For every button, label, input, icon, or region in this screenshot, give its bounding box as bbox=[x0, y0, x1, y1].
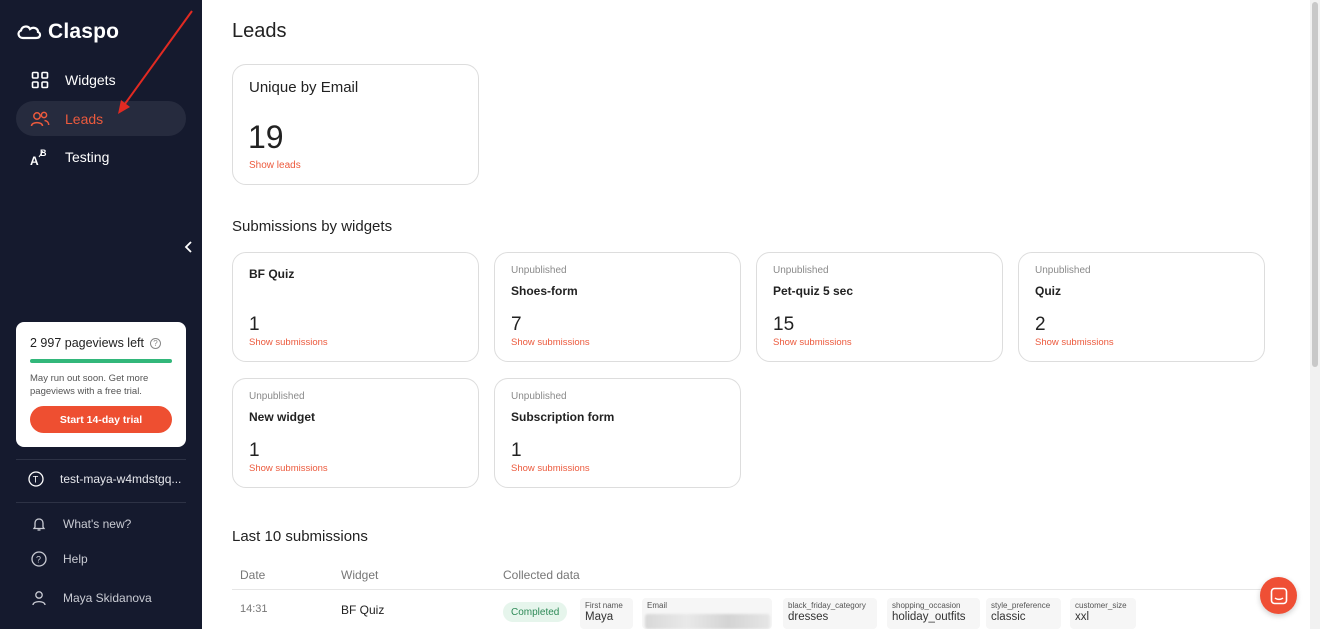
claspo-logo[interactable]: Claspo bbox=[16, 20, 119, 44]
widget-count: 7 bbox=[511, 314, 522, 335]
sidebar-item-label: Widgets bbox=[65, 71, 116, 88]
pageviews-left-text: 2 997 pageviews left bbox=[30, 336, 144, 350]
show-leads-link[interactable]: Show leads bbox=[249, 160, 301, 171]
chat-button[interactable] bbox=[1260, 577, 1297, 614]
widget-card[interactable]: BF Quiz 1 Show submissions bbox=[232, 252, 479, 362]
site-name: test-maya-w4mdstgq... bbox=[60, 472, 182, 486]
widget-name: Subscription form bbox=[511, 410, 615, 424]
page-title: Leads bbox=[232, 20, 287, 42]
cloud-logo-icon bbox=[17, 25, 42, 40]
widget-name: BF Quiz bbox=[249, 267, 295, 281]
show-submissions-link[interactable]: Show submissions bbox=[249, 463, 328, 474]
show-submissions-link[interactable]: Show submissions bbox=[773, 337, 852, 348]
widget-count: 1 bbox=[249, 314, 260, 335]
unique-by-email-card: Unique by Email 19 Show leads bbox=[232, 64, 479, 185]
sidebar-item-label: Leads bbox=[65, 110, 104, 127]
widget-status: Unpublished bbox=[773, 265, 829, 276]
widget-card[interactable]: Unpublished Subscription form 1 Show sub… bbox=[494, 378, 741, 488]
whats-new-label: What's new? bbox=[63, 517, 132, 531]
widget-status: Unpublished bbox=[249, 391, 305, 402]
data-field: style_preference classic bbox=[986, 598, 1061, 629]
help-circle-icon[interactable]: ? bbox=[149, 337, 161, 349]
site-selector[interactable]: T test-maya-w4mdstgq... bbox=[27, 470, 181, 488]
show-submissions-link[interactable]: Show submissions bbox=[1035, 337, 1114, 348]
widget-name: New widget bbox=[249, 410, 316, 424]
user-icon bbox=[30, 589, 48, 607]
bell-icon bbox=[30, 515, 48, 533]
data-field: First name Maya bbox=[580, 598, 633, 629]
chevron-left-icon[interactable] bbox=[182, 240, 196, 254]
column-header: Widget bbox=[341, 568, 379, 582]
users-icon bbox=[30, 109, 50, 129]
divider bbox=[16, 459, 186, 460]
widget-card[interactable]: Unpublished Pet-quiz 5 sec 15 Show submi… bbox=[756, 252, 1003, 362]
status-badge: Completed bbox=[503, 602, 568, 622]
submission-time: 14:31 bbox=[240, 603, 268, 615]
submission-widget: BF Quiz bbox=[341, 603, 385, 617]
main-content: Leads Unique by Email 19 Show leads Subm… bbox=[202, 0, 1310, 629]
user-name: Maya Skidanova bbox=[63, 591, 152, 605]
svg-text:A: A bbox=[30, 154, 39, 167]
widget-count: 1 bbox=[511, 440, 522, 461]
show-submissions-link[interactable]: Show submissions bbox=[511, 337, 590, 348]
widget-count: 2 bbox=[1035, 314, 1046, 335]
scrollbar-thumb[interactable] bbox=[1312, 2, 1318, 367]
widget-name: Shoes-form bbox=[511, 284, 578, 298]
widget-count: 15 bbox=[773, 314, 795, 335]
grid-icon bbox=[30, 70, 50, 90]
card-title: Unique by Email bbox=[249, 79, 359, 96]
widget-name: Pet-quiz 5 sec bbox=[773, 284, 854, 298]
pageviews-card: 2 997 pageviews left ? May run out soon.… bbox=[16, 322, 186, 447]
chat-icon bbox=[1270, 587, 1287, 604]
svg-text:T: T bbox=[33, 475, 39, 485]
section-title: Submissions by widgets bbox=[232, 218, 393, 235]
widget-status: Unpublished bbox=[511, 391, 567, 402]
user-profile-link[interactable]: Maya Skidanova bbox=[30, 589, 152, 607]
show-submissions-link[interactable]: Show submissions bbox=[249, 337, 328, 348]
widget-name: Quiz bbox=[1035, 284, 1061, 298]
whats-new-link[interactable]: What's new? bbox=[30, 515, 131, 533]
data-field: black_friday_category dresses bbox=[783, 598, 877, 629]
section-title: Last 10 submissions bbox=[232, 528, 368, 545]
scrollbar[interactable] bbox=[1310, 0, 1320, 629]
table-header: Date Widget Collected data bbox=[232, 568, 1290, 590]
widget-card[interactable]: Unpublished Shoes-form 7 Show submission… bbox=[494, 252, 741, 362]
divider bbox=[16, 502, 186, 503]
site-t-icon: T bbox=[27, 470, 45, 488]
help-link[interactable]: ? Help bbox=[30, 550, 88, 568]
pageviews-note: May run out soon. Get more pageviews wit… bbox=[30, 373, 149, 397]
svg-text:B: B bbox=[40, 148, 47, 158]
data-field: customer_size xxl bbox=[1070, 598, 1136, 629]
table-row[interactable]: 14:31 BF Quiz Completed First name Maya … bbox=[232, 598, 1290, 629]
unique-count: 19 bbox=[248, 119, 284, 155]
ab-test-icon: AB bbox=[30, 147, 50, 167]
start-trial-button[interactable]: Start 14-day trial bbox=[30, 406, 172, 433]
logo-text: Claspo bbox=[48, 20, 120, 43]
show-submissions-link[interactable]: Show submissions bbox=[511, 463, 590, 474]
widget-card[interactable]: Unpublished New widget 1 Show submission… bbox=[232, 378, 479, 488]
widget-status: Unpublished bbox=[511, 265, 567, 276]
column-header: Date bbox=[240, 568, 266, 582]
sidebar-item-testing[interactable]: AB Testing bbox=[16, 139, 186, 174]
widget-status: Unpublished bbox=[1035, 265, 1091, 276]
data-field: shopping_occasion holiday_outfits bbox=[887, 598, 980, 629]
widget-card[interactable]: Unpublished Quiz 2 Show submissions bbox=[1018, 252, 1265, 362]
help-label: Help bbox=[63, 552, 88, 566]
data-field: Email bbox=[642, 598, 772, 629]
sidebar-item-label: Testing bbox=[65, 148, 110, 165]
column-header: Collected data bbox=[503, 568, 580, 582]
pageviews-progress-bar bbox=[30, 359, 172, 363]
widget-count: 1 bbox=[249, 440, 260, 461]
redacted-value bbox=[645, 614, 770, 629]
svg-text:?: ? bbox=[36, 555, 41, 565]
annotation-arrow-icon bbox=[118, 10, 193, 114]
question-circle-icon: ? bbox=[30, 550, 48, 568]
